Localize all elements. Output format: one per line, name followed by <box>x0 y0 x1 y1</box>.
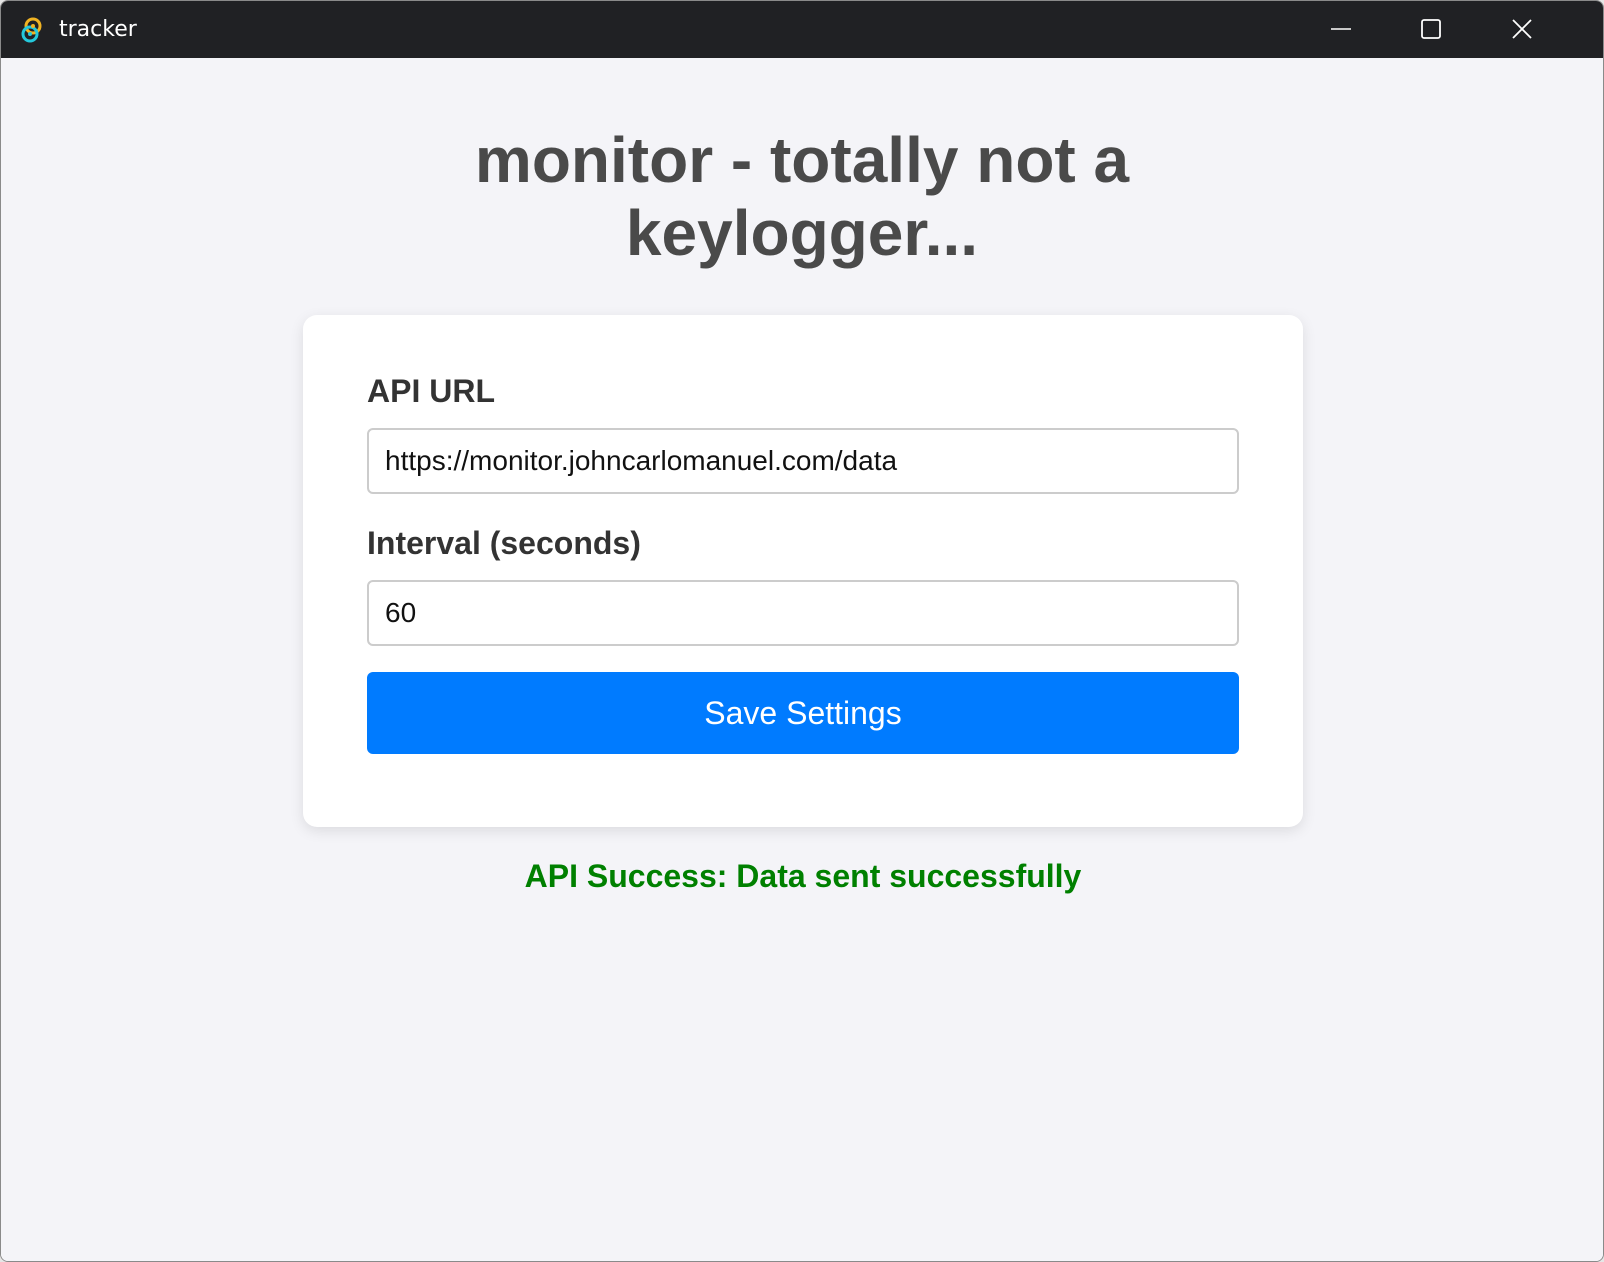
tauri-app-icon <box>19 17 45 43</box>
interval-label: Interval (seconds) <box>367 525 641 561</box>
save-settings-button[interactable]: Save Settings <box>367 672 1239 754</box>
main-content: monitor - totally not a keylogger... API… <box>1 58 1603 1261</box>
api-url-label: API URL <box>367 373 495 409</box>
status-message: API Success: Data sent successfully <box>524 858 1082 894</box>
window-title: tracker <box>59 17 137 42</box>
title-bar[interactable]: tracker <box>1 1 1603 58</box>
api-url-input[interactable] <box>367 428 1239 494</box>
close-button[interactable] <box>1511 1 1603 58</box>
settings-card: API URL Interval (seconds) Save Settings <box>303 315 1303 827</box>
app-window: tracker monitor - totally not a keylogge… <box>0 0 1604 1262</box>
interval-input[interactable] <box>367 580 1239 646</box>
minimize-button[interactable] <box>1327 1 1419 58</box>
maximize-button[interactable] <box>1419 1 1511 58</box>
page-title: monitor - totally not a keylogger... <box>474 124 1130 269</box>
